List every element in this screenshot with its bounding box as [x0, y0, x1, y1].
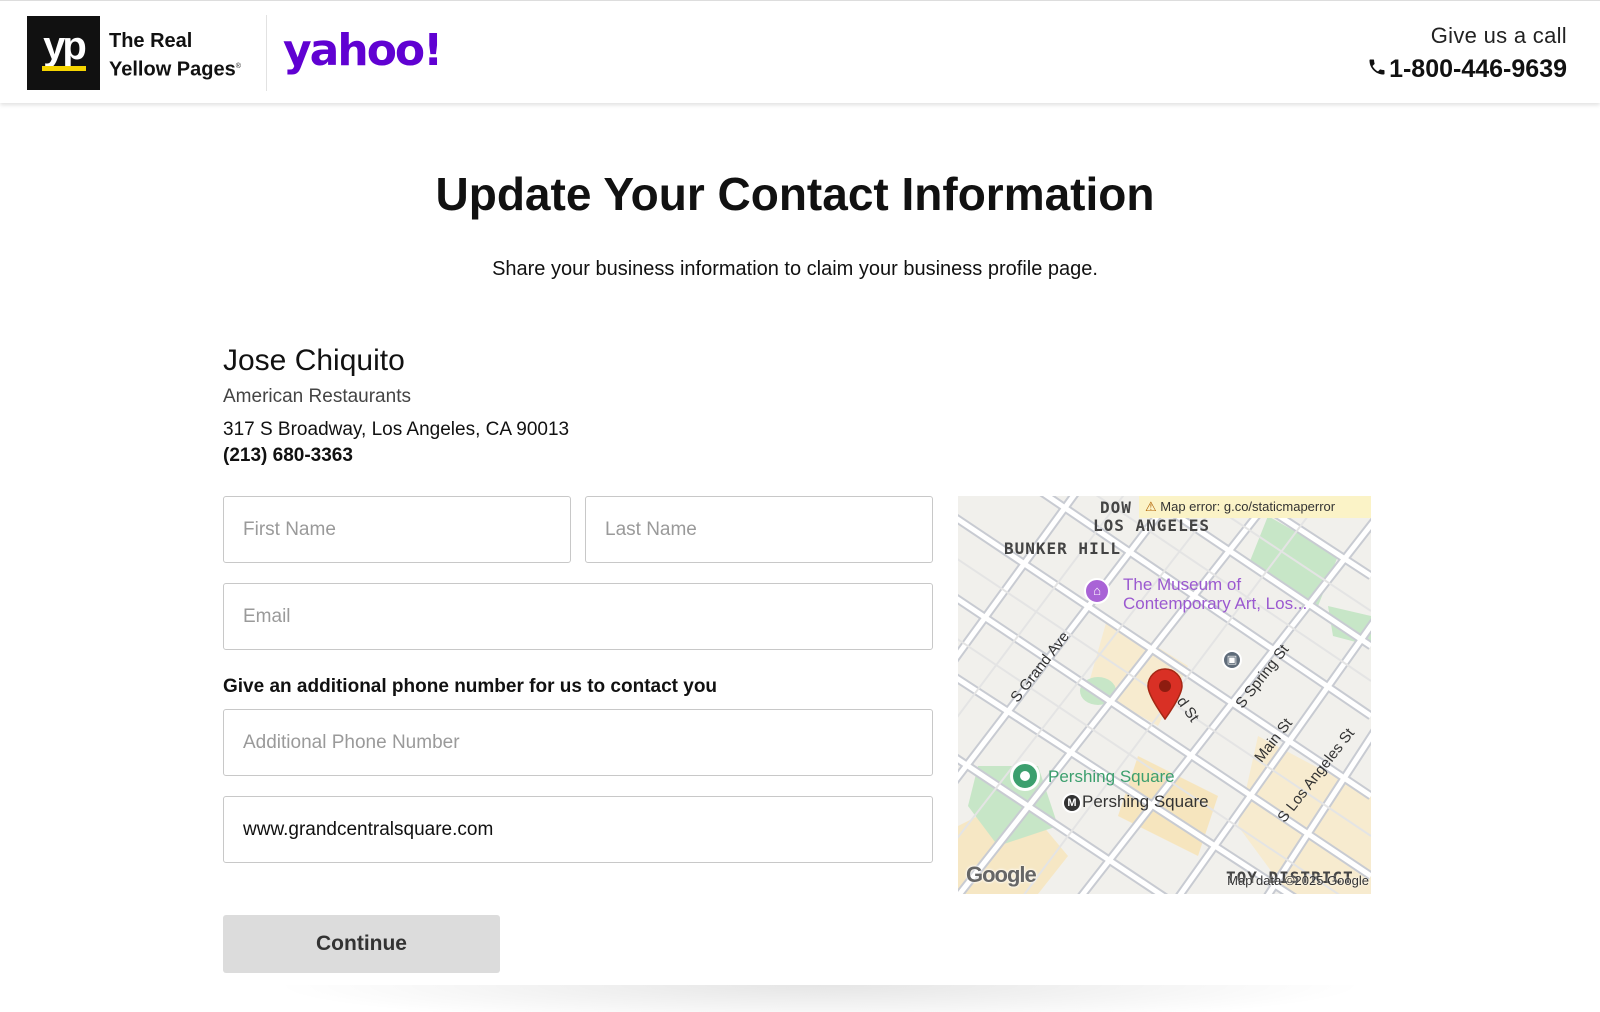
map-error-text: Map error: g.co/staticmaperror	[1160, 499, 1336, 514]
metro-icon: M	[1062, 793, 1082, 813]
business-phone: (213) 680-3363	[223, 445, 353, 466]
continue-button[interactable]: Continue	[223, 915, 500, 973]
page-title: Update Your Contact Information	[435, 168, 1155, 220]
additional-phone-label: Give an additional phone number for us t…	[223, 676, 718, 697]
yp-logo[interactable]: yp	[27, 16, 100, 90]
google-logo: Google	[966, 862, 1037, 887]
call-phone-number: 1-800-446-9639	[1389, 55, 1567, 83]
map-area-label: DOW	[1100, 498, 1132, 517]
poi-museum[interactable]: The Museum of Contemporary Art, Los...	[1123, 575, 1307, 613]
first-name-input[interactable]	[223, 496, 571, 563]
map-error-banner: ⚠ Map error: g.co/staticmaperror	[1139, 496, 1371, 518]
trademark-symbol: ®	[235, 63, 241, 70]
poi-museum-line1: The Museum of	[1123, 575, 1242, 594]
map-area-label: BUNKER HILL	[1004, 539, 1121, 558]
page-subtitle: Share your business information to claim…	[492, 258, 1098, 280]
additional-phone-input[interactable]	[223, 709, 933, 776]
business-name: Jose Chiquito	[223, 344, 405, 377]
park-icon	[1010, 761, 1040, 791]
yp-logo-mark: yp	[43, 24, 87, 68]
phone-icon	[1367, 55, 1389, 84]
business-address: 317 S Broadway, Los Angeles, CA 90013	[223, 419, 570, 440]
business-category: American Restaurants	[223, 386, 411, 407]
yp-wordmark[interactable]: The Real Yellow Pages®	[109, 29, 241, 83]
transit-icon: ▣	[1222, 650, 1242, 670]
poi-museum-line2: Contemporary Art, Los...	[1123, 594, 1308, 613]
call-phone-link[interactable]: 1-800-446-9639	[1367, 55, 1567, 84]
last-name-input[interactable]	[585, 496, 933, 563]
location-map[interactable]: ⚠ Map error: g.co/staticmaperror DOW LOS…	[958, 496, 1371, 894]
map-area-label: LOS ANGELES	[1093, 516, 1210, 535]
yp-logo-bar	[42, 66, 86, 71]
site-header: yp The Real Yellow Pages® yahoo! Give us…	[0, 0, 1600, 103]
warning-icon: ⚠	[1145, 499, 1157, 514]
yp-wordmark-line1: The Real	[109, 30, 193, 52]
call-label: Give us a call	[1430, 23, 1567, 48]
bottom-shadow	[270, 985, 1370, 1012]
yp-wordmark-line2: Yellow Pages	[109, 58, 236, 81]
map-attribution: Map data ©2025 Google	[1227, 873, 1369, 888]
email-input[interactable]	[223, 583, 933, 650]
website-input[interactable]	[223, 796, 933, 863]
museum-icon: ⌂	[1084, 578, 1110, 604]
poi-metro[interactable]: Pershing Square	[1082, 792, 1209, 811]
header-divider	[266, 15, 267, 91]
poi-park[interactable]: Pershing Square	[1048, 767, 1175, 786]
yahoo-logo[interactable]: yahoo!	[283, 25, 443, 76]
